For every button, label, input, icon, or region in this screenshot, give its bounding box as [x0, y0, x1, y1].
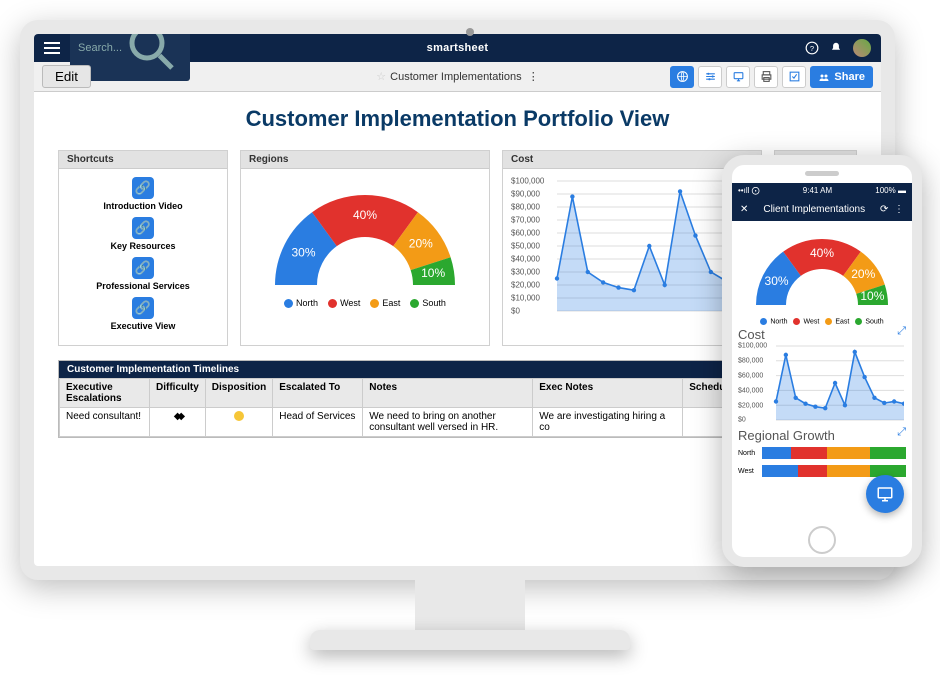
- phone-status-bar: ••ıll ⨀ 9:41 AM 100% ▬: [732, 183, 912, 197]
- shortcut-link[interactable]: 🔗Introduction Video: [67, 177, 219, 211]
- phone-frame: ••ıll ⨀ 9:41 AM 100% ▬ ✕ Client Implemen…: [722, 155, 922, 567]
- svg-text:30%: 30%: [765, 274, 789, 288]
- refresh-icon[interactable]: ⟳: [880, 204, 888, 215]
- phone-cost-chart: $0$20,000$40,000$60,000$80,000$100,000: [738, 344, 906, 426]
- svg-text:20%: 20%: [409, 236, 433, 250]
- widget-regions: Regions 30%40%20%10% North West East Sou…: [240, 150, 490, 346]
- page-title: Customer Implementation Portfolio View: [58, 106, 857, 132]
- svg-text:30%: 30%: [292, 246, 316, 260]
- brand-logo: smartsheet: [427, 42, 489, 54]
- cost-area-chart: $0$10,000$20,000$30,000$40,000$50,000$60…: [511, 177, 753, 317]
- globe-button[interactable]: [670, 66, 694, 88]
- print-button[interactable]: [754, 66, 778, 88]
- shortcut-link[interactable]: 🔗Key Resources: [67, 217, 219, 251]
- signal-icon: ••ıll ⨀: [738, 186, 760, 195]
- bell-icon[interactable]: [829, 41, 843, 55]
- expand-icon[interactable]: ⤢: [897, 325, 906, 338]
- shortcut-link[interactable]: 🔗Executive View: [67, 297, 219, 331]
- star-icon[interactable]: ☆: [376, 71, 386, 83]
- monitor-stand: [415, 580, 525, 635]
- link-icon: 🔗: [132, 297, 154, 319]
- phone-cost-title: Cost: [738, 327, 906, 342]
- phone-header: ✕ Client Implementations ⟳ ⋮: [732, 197, 912, 221]
- svg-text:10%: 10%: [421, 266, 445, 280]
- monitor-base: [310, 630, 630, 650]
- phone-speaker: [805, 171, 839, 176]
- search-icon: [122, 20, 182, 78]
- monitor-camera: [466, 28, 474, 36]
- app-topbar: Search... smartsheet ?: [34, 34, 881, 62]
- more-icon[interactable]: ⋮: [894, 204, 904, 215]
- regions-donut-chart: 30% 40% 20% 10%: [255, 177, 475, 292]
- phone-regional-bars: NorthWest: [738, 445, 906, 479]
- expand-icon[interactable]: ⤢: [897, 426, 906, 439]
- phone-regions-legend: North West East South: [738, 318, 906, 325]
- hamburger-icon[interactable]: [44, 42, 60, 54]
- svg-text:40%: 40%: [810, 246, 834, 260]
- link-icon: 🔗: [132, 217, 154, 239]
- phone-regions-donut: 30% 40% 20% 10%: [738, 225, 906, 310]
- edit-button[interactable]: Edit: [42, 65, 91, 88]
- close-icon[interactable]: ✕: [740, 204, 748, 215]
- document-title: ☆Customer Implementations ⋮: [376, 70, 538, 83]
- phone-home-button[interactable]: [808, 526, 836, 554]
- shortcut-link[interactable]: 🔗Professional Services: [67, 257, 219, 291]
- avatar[interactable]: [853, 39, 871, 57]
- publish-button[interactable]: [782, 66, 806, 88]
- fab-button[interactable]: [866, 475, 904, 513]
- widget-shortcuts: Shortcuts 🔗Introduction Video 🔗Key Resou…: [58, 150, 228, 346]
- svg-text:40%: 40%: [353, 208, 377, 222]
- svg-text:?: ?: [810, 44, 814, 53]
- svg-text:20%: 20%: [851, 267, 875, 281]
- regions-legend: North West East South: [284, 298, 446, 308]
- link-icon: 🔗: [132, 177, 154, 199]
- link-icon: 🔗: [132, 257, 154, 279]
- help-icon[interactable]: ?: [805, 41, 819, 55]
- disposition-icon: [234, 411, 244, 421]
- share-button[interactable]: Share: [810, 66, 873, 88]
- settings-button[interactable]: [698, 66, 722, 88]
- svg-text:10%: 10%: [860, 289, 884, 303]
- phone-regional-title: Regional Growth: [738, 428, 906, 443]
- present-button[interactable]: [726, 66, 750, 88]
- difficulty-icon: ◆◆: [174, 411, 181, 422]
